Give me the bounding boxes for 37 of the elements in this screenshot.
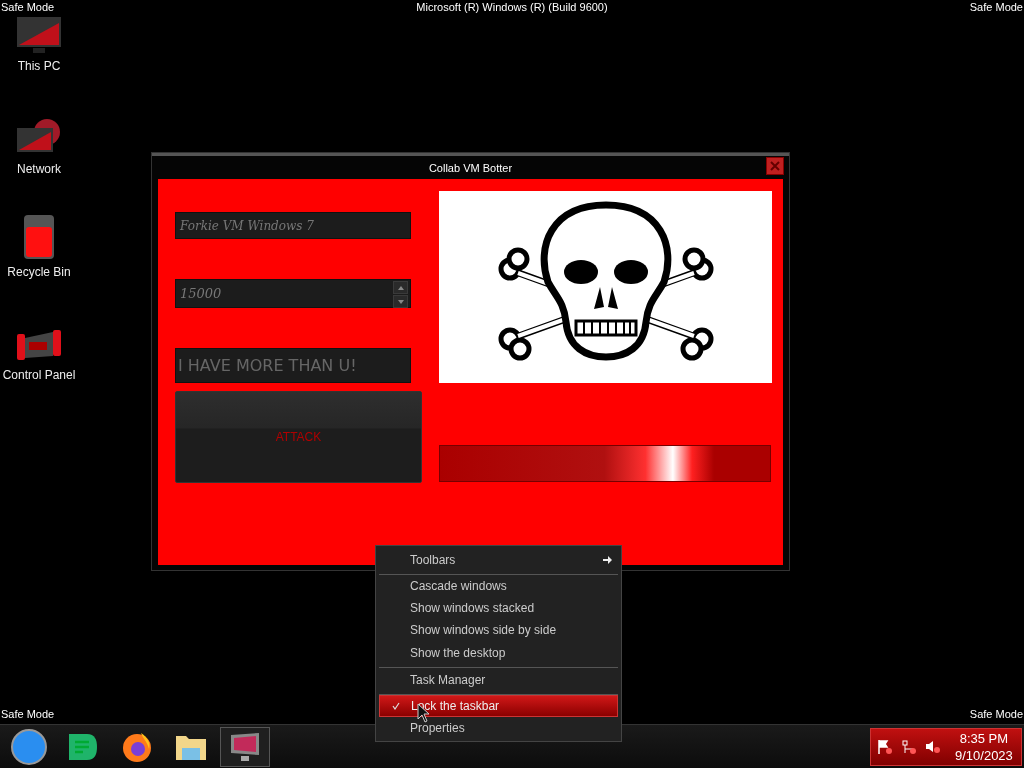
safe-mode-label: Safe Mode xyxy=(1,708,55,720)
text-field[interactable]: Forkie VM Windows 7 xyxy=(175,212,411,239)
monitor-icon[interactable] xyxy=(15,15,63,55)
menu-item[interactable]: Show windows stacked xyxy=(379,597,618,619)
menu-item[interactable]: Show the desktop xyxy=(379,641,618,668)
window-title: Collab VM Botter xyxy=(428,161,513,174)
menu-item[interactable]: Properties xyxy=(379,717,618,739)
speaker-muted-icon[interactable] xyxy=(925,738,941,755)
arrow-right-icon xyxy=(603,555,612,564)
build-label: Microsoft (R) Windows (R) (Build 9600) xyxy=(416,1,608,15)
desktop-icon-label[interactable]: Recycle Bin xyxy=(7,265,71,279)
chat-bubble-icon xyxy=(67,731,99,762)
close-icon xyxy=(770,161,780,171)
clock-time: 8:35 PM xyxy=(959,729,1009,747)
menu-item[interactable]: Task Manager xyxy=(379,668,618,695)
clock-date: 9/10/2023 xyxy=(955,746,1013,764)
menu-item[interactable]: Show windows side by side xyxy=(379,619,618,641)
orb-icon xyxy=(10,727,48,766)
desktop-icon-label[interactable]: Control Panel xyxy=(2,368,76,382)
menu-item[interactable]: Cascade windows xyxy=(379,575,618,597)
recycle-bin-icon[interactable] xyxy=(22,213,56,261)
safe-mode-label: Safe Mode xyxy=(969,708,1023,720)
clock[interactable]: 8:35 PM 9/10/2023 xyxy=(955,729,1013,764)
desktop-icon-label[interactable]: Network xyxy=(17,162,61,176)
menu-item[interactable]: Toolbars xyxy=(379,548,618,575)
number-field[interactable]: 15000 xyxy=(175,279,411,308)
spin-down-button[interactable] xyxy=(393,295,408,308)
safe-mode-label: Safe Mode xyxy=(969,1,1023,15)
fox-globe-icon xyxy=(121,730,153,763)
spin-up-button[interactable] xyxy=(393,281,408,294)
network-status-icon[interactable] xyxy=(901,738,917,755)
flag-icon[interactable] xyxy=(877,738,893,755)
down-arrow-icon xyxy=(397,299,404,304)
desktop-icon-label[interactable]: This PC xyxy=(17,59,61,73)
up-arrow-icon xyxy=(397,285,404,290)
checkmark-icon xyxy=(391,702,400,710)
safe-mode-label: Safe Mode xyxy=(1,1,55,15)
